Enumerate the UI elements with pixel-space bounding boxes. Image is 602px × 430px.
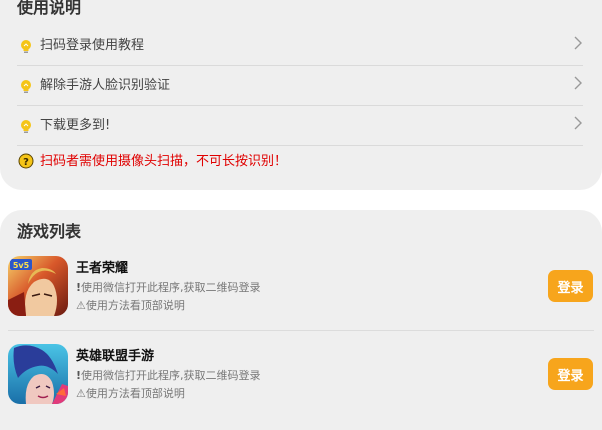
usage-item-label: 解除手游人脸识别验证 bbox=[40, 78, 171, 93]
lightbulb-icon bbox=[21, 120, 31, 133]
game-hint: ⚠使用方法看顶部说明 bbox=[76, 387, 185, 400]
usage-item-label: 扫码登录使用教程 bbox=[40, 38, 145, 53]
chevron-right-icon bbox=[574, 36, 582, 50]
league-of-legends-icon bbox=[8, 344, 68, 404]
icon-badge-text: 5v5 bbox=[13, 261, 30, 270]
svg-text:?: ? bbox=[23, 157, 29, 168]
game-name: 王者荣耀 bbox=[76, 261, 129, 276]
game-name: 英雄联盟手游 bbox=[76, 349, 155, 364]
usage-section-title: 使用说明 bbox=[17, 0, 82, 17]
login-button-honor-of-kings[interactable]: 登录 bbox=[548, 270, 593, 302]
game-description-text: 使用微信打开此程序,获取二维码登录 bbox=[81, 281, 261, 294]
usage-item-label: 下载更多到! bbox=[40, 118, 111, 133]
chevron-right-icon bbox=[574, 76, 582, 90]
usage-item-download-more[interactable]: 下载更多到! bbox=[17, 106, 583, 146]
usage-item-face-verification[interactable]: 解除手游人脸识别验证 bbox=[17, 66, 583, 106]
game-description: !使用微信打开此程序,获取二维码登录 bbox=[76, 280, 261, 296]
lightbulb-icon bbox=[21, 80, 31, 93]
game-hint: ⚠使用方法看顶部说明 bbox=[76, 299, 185, 312]
usage-item-scan-tutorial[interactable]: 扫码登录使用教程 bbox=[17, 26, 583, 66]
usage-card: 使用说明 扫码登录使用教程 解除手游人脸识别验证 下载更多到! ? 扫码者需使用… bbox=[0, 0, 602, 190]
question-circle-icon: ? bbox=[18, 153, 34, 169]
game-row-honor-of-kings: 5v5 王者荣耀 !使用微信打开此程序,获取二维码登录 ⚠使用方法看顶部说明 登… bbox=[0, 244, 602, 330]
scan-warning: ? 扫码者需使用摄像头扫描，不可长按识别！ bbox=[17, 150, 583, 174]
game-description: !使用微信打开此程序,获取二维码登录 bbox=[76, 368, 261, 384]
row-divider bbox=[8, 330, 594, 331]
login-button-league-of-legends-mobile[interactable]: 登录 bbox=[548, 358, 593, 390]
game-row-league-of-legends-mobile: 英雄联盟手游 !使用微信打开此程序,获取二维码登录 ⚠使用方法看顶部说明 登录 bbox=[0, 332, 602, 418]
games-section-title: 游戏列表 bbox=[17, 222, 82, 241]
chevron-right-icon bbox=[574, 116, 582, 130]
game-description-text: 使用微信打开此程序,获取二维码登录 bbox=[81, 369, 261, 382]
honor-of-kings-icon: 5v5 bbox=[8, 256, 68, 316]
lightbulb-icon bbox=[21, 40, 31, 53]
warning-text: 扫码者需使用摄像头扫描，不可长按识别！ bbox=[40, 154, 288, 169]
